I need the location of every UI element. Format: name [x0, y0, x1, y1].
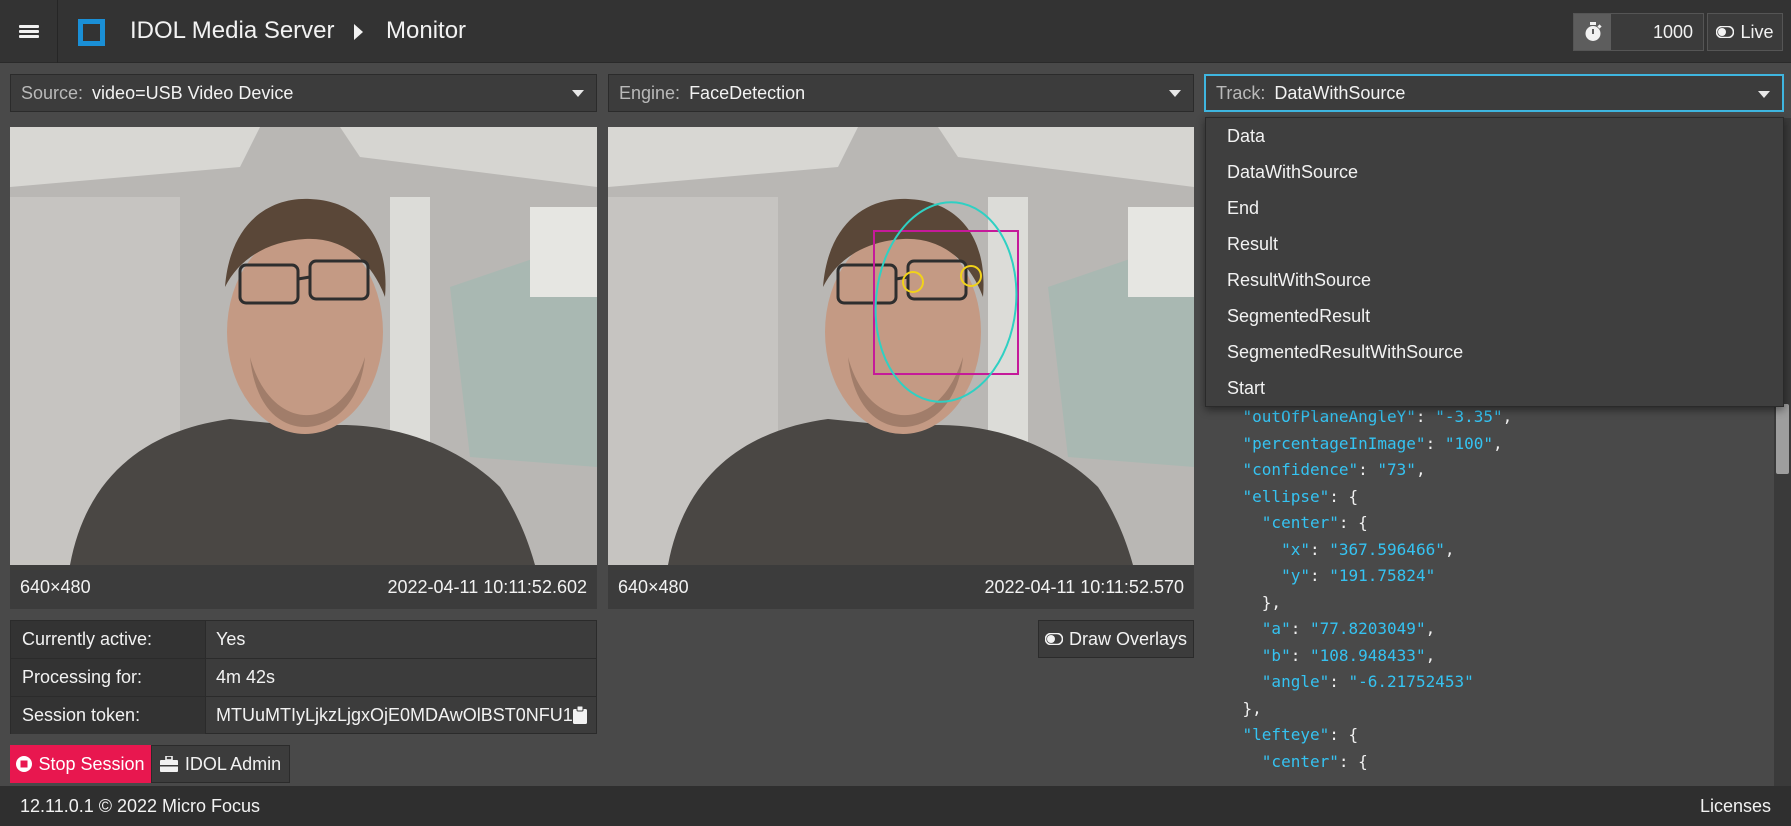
session-active-label: Currently active:	[11, 621, 206, 658]
idol-admin-button[interactable]: IDOL Admin	[151, 745, 290, 783]
source-video-frame	[10, 127, 597, 565]
json-line: "ellipse": {	[1242, 486, 1359, 506]
json-output-panel: "outOfPlaneAngleY": "-3.35", "percentage…	[1204, 404, 1772, 786]
chevron-down-icon	[572, 90, 584, 97]
source-video-footer: 640×480 2022-04-11 10:11:52.602	[10, 565, 597, 609]
frame-rate-control[interactable]: 1000	[1573, 13, 1704, 51]
track-dropdown-menu: Data DataWithSource End Result ResultWit…	[1205, 117, 1784, 407]
page-title: Monitor	[386, 17, 467, 44]
json-value-confidence: 73	[1387, 460, 1407, 479]
json-line: },	[1204, 592, 1282, 612]
engine-resolution: 640×480	[618, 576, 689, 597]
json-value-angle: -6.21752453	[1358, 672, 1465, 691]
draw-overlays-label: Draw Overlays	[1068, 628, 1188, 649]
session-active-value: Yes	[216, 629, 246, 649]
engine-video-panel: 640×480 2022-04-11 10:11:52.570	[608, 127, 1194, 609]
engine-video-footer: 640×480 2022-04-11 10:11:52.570	[608, 565, 1194, 609]
json-value-a: 77.8203049	[1319, 619, 1416, 638]
json-value-center-y: 191.75824	[1338, 566, 1426, 585]
session-token-row: Session token: MTUuMTIyLjkzLjgxOjE0MDAwO…	[11, 697, 596, 734]
track-label: Track:	[1216, 82, 1266, 103]
json-line: "x": "367.596466",	[1281, 539, 1455, 559]
hamburger-icon	[18, 23, 39, 40]
session-active-row: Currently active: Yes	[11, 621, 596, 659]
track-value: DataWithSource	[1274, 82, 1406, 103]
json-line: "center": {	[1261, 751, 1368, 771]
track-option-result[interactable]: Result	[1227, 234, 1278, 255]
session-token-value[interactable]: MTUuMTIyLjkzLjgxOjE0MDAwOlBST0NFU1...	[216, 705, 588, 726]
session-processing-value: 4m 42s	[216, 667, 276, 687]
engine-value: FaceDetection	[689, 82, 806, 103]
json-line: "percentageInImage": "100",	[1242, 433, 1503, 453]
source-timestamp: 2022-04-11 10:11:52.602	[387, 576, 587, 597]
source-video-panel: 640×480 2022-04-11 10:11:52.602	[10, 127, 597, 609]
track-option-segmentedresult[interactable]: SegmentedResult	[1227, 306, 1370, 327]
engine-select[interactable]: Engine: FaceDetection	[608, 74, 1194, 112]
session-info-table: Currently active: Yes Processing for: 4m…	[10, 620, 597, 734]
json-line: "a": "77.8203049",	[1261, 619, 1436, 638]
json-value-b: 108.948433	[1319, 645, 1416, 665]
toggle-icon	[1044, 633, 1063, 645]
version-text: 12.11.0.1 © 2022 Micro Focus	[20, 796, 261, 816]
track-select[interactable]: Track: DataWithSource	[1204, 74, 1784, 112]
track-option-segmentedresultwithsource[interactable]: SegmentedResultWithSource	[1227, 342, 1463, 363]
session-processing-row: Processing for: 4m 42s	[11, 659, 596, 697]
stopwatch-icon	[1574, 14, 1611, 50]
json-line: "lefteye": {	[1242, 725, 1359, 744]
engine-video-frame	[608, 127, 1194, 565]
track-option-datawithsource[interactable]: DataWithSource	[1227, 162, 1358, 183]
json-value-percentageinimage: 100	[1454, 433, 1484, 453]
stop-session-label: Stop Session	[38, 753, 145, 774]
toggle-icon	[1716, 26, 1735, 38]
track-option-data[interactable]: Data	[1227, 126, 1265, 147]
source-value: video=USB Video Device	[92, 82, 294, 103]
session-processing-label: Processing for:	[11, 659, 206, 696]
stop-icon	[16, 756, 33, 772]
track-option-resultwithsource[interactable]: ResultWithSource	[1227, 270, 1371, 291]
licenses-link[interactable]: Licenses	[1700, 796, 1771, 817]
frame-rate-value[interactable]: 1000	[1653, 22, 1693, 43]
app-logo-icon	[78, 19, 105, 46]
draw-overlays-toggle[interactable]: Draw Overlays	[1038, 620, 1194, 658]
chevron-down-icon	[1758, 91, 1770, 98]
app-title[interactable]: IDOL Media Server	[130, 17, 335, 45]
json-line: "angle": "-6.21752453"	[1261, 672, 1474, 691]
toolbox-icon	[159, 756, 178, 772]
json-line: "outOfPlaneAngleY": "-3.35",	[1242, 407, 1513, 426]
idol-admin-label: IDOL Admin	[184, 753, 282, 774]
json-value-outofplaneangley: -3.35	[1444, 407, 1493, 426]
live-toggle[interactable]: Live	[1707, 13, 1783, 51]
json-line: },	[1204, 698, 1262, 718]
source-select[interactable]: Source: video=USB Video Device	[10, 74, 597, 112]
menu-button[interactable]	[0, 0, 58, 63]
json-value-center-x: 367.596466	[1338, 539, 1436, 559]
json-scrollbar-thumb[interactable]	[1776, 404, 1789, 474]
source-label: Source:	[21, 82, 84, 103]
breadcrumb-arrow-icon	[354, 24, 363, 40]
live-label: Live	[1740, 21, 1774, 42]
track-option-end[interactable]: End	[1227, 198, 1259, 219]
clipboard-icon[interactable]	[573, 706, 587, 724]
source-resolution: 640×480	[20, 576, 91, 597]
engine-timestamp: 2022-04-11 10:11:52.570	[984, 576, 1184, 597]
stop-session-button[interactable]: Stop Session	[10, 745, 151, 783]
session-token-label: Session token:	[11, 697, 206, 734]
footer-bar: 12.11.0.1 © 2022 Micro Focus Licenses	[0, 786, 1791, 826]
track-option-start[interactable]: Start	[1227, 378, 1265, 399]
json-line: "center": {	[1261, 513, 1368, 532]
json-line: "y": "191.75824"	[1281, 566, 1436, 585]
json-line: "b": "108.948433",	[1261, 645, 1436, 665]
engine-label: Engine:	[619, 82, 681, 103]
top-bar: IDOL Media Server Monitor 1000 Live	[0, 0, 1791, 63]
chevron-down-icon	[1169, 90, 1181, 97]
json-line: "confidence": "73",	[1242, 460, 1426, 479]
